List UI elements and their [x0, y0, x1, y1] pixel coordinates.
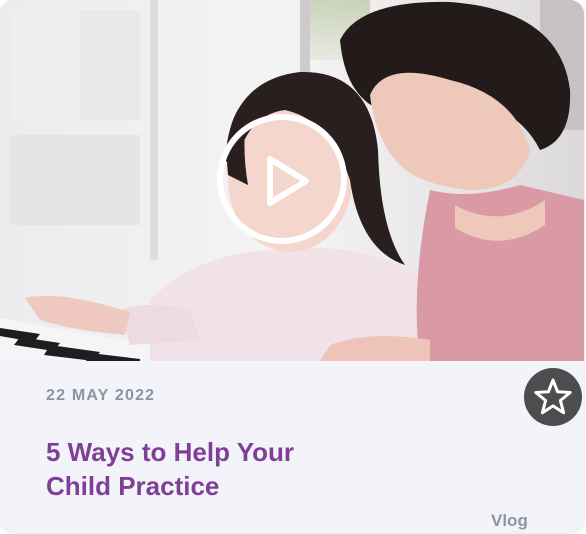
post-title-line-1: 5 Ways to Help Your: [46, 437, 295, 467]
blog-post-card[interactable]: 22 MAY 2022 5 Ways to Help Your Child Pr…: [0, 0, 584, 532]
play-icon: [217, 114, 347, 244]
category-tag[interactable]: Vlog: [491, 511, 528, 531]
card-body: 22 MAY 2022 5 Ways to Help Your Child Pr…: [0, 361, 584, 532]
star-icon: [534, 378, 572, 415]
video-thumbnail[interactable]: [0, 0, 584, 361]
post-date: 22 MAY 2022: [46, 387, 156, 404]
favorite-button[interactable]: [524, 368, 582, 426]
post-title[interactable]: 5 Ways to Help Your Child Practice: [46, 435, 406, 503]
play-button[interactable]: [214, 111, 350, 247]
post-title-line-2: Child Practice: [46, 471, 220, 501]
